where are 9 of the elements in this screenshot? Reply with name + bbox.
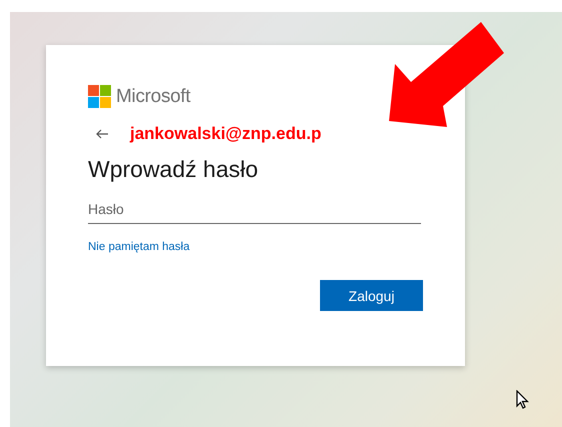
brand-name: Microsoft	[116, 86, 190, 108]
account-email: jankowalski@znp.edu.p	[130, 124, 322, 144]
arrow-icon	[386, 20, 506, 130]
forgot-password-link[interactable]: Nie pamiętam hasła	[88, 241, 190, 253]
sign-in-button[interactable]: Zaloguj	[320, 280, 423, 311]
password-field[interactable]: Hasło	[88, 197, 421, 224]
logo-icon	[88, 85, 111, 108]
page-title: Wprowadź hasło	[88, 156, 260, 183]
cursor-icon	[516, 390, 529, 410]
